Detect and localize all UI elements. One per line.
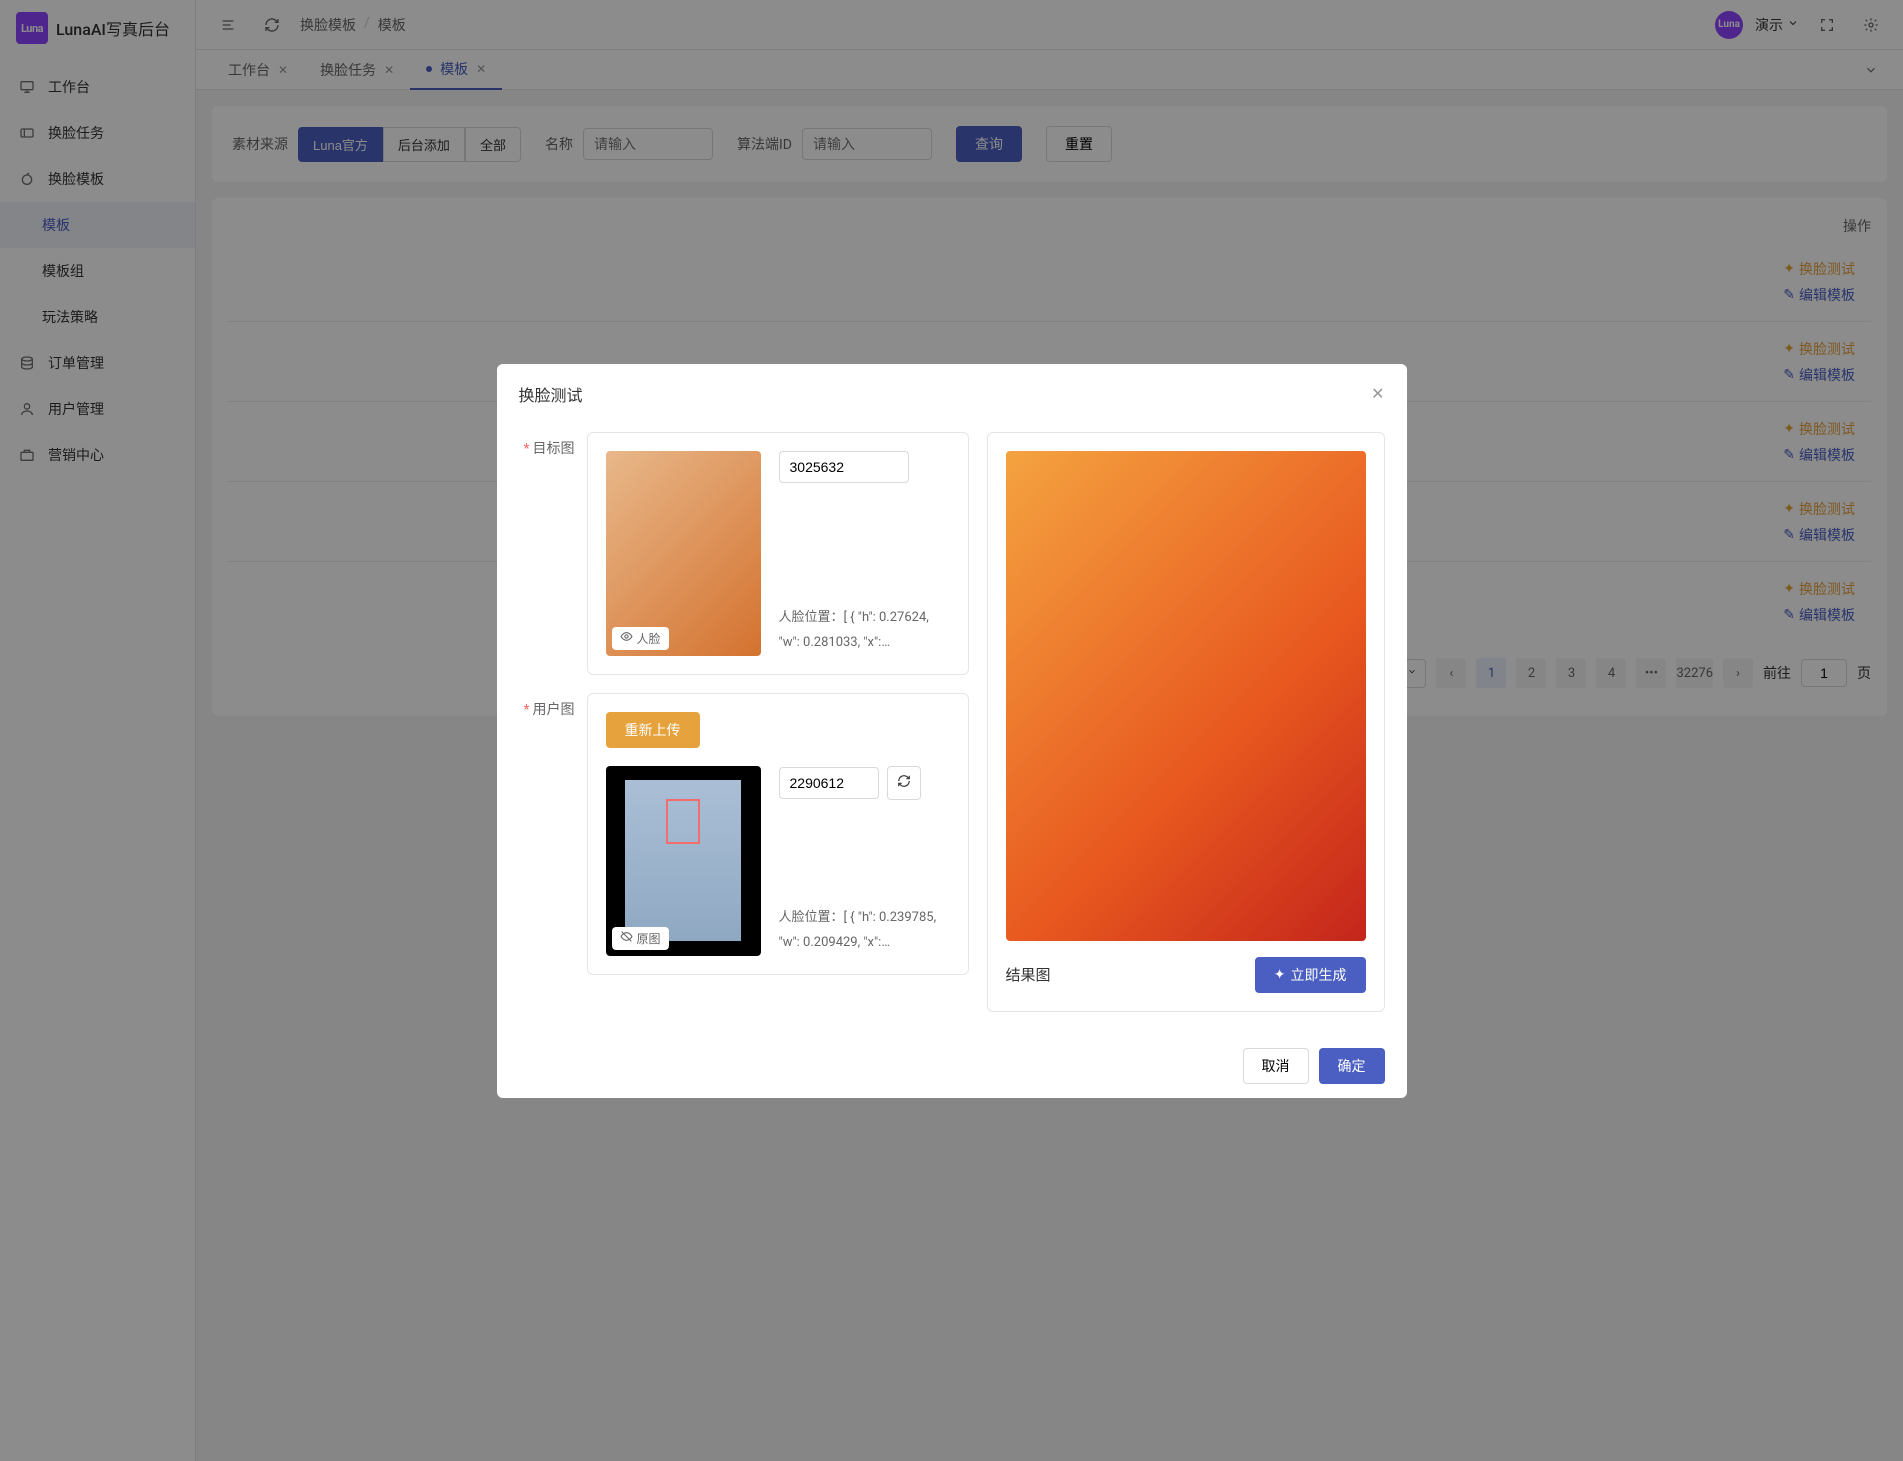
cancel-button[interactable]: 取消 — [1243, 1048, 1309, 1084]
face-detection-box — [666, 799, 701, 844]
user-image-card: 重新上传 原图 — [587, 693, 969, 975]
modal-title: 换脸测试 — [519, 382, 583, 406]
refresh-user-button[interactable] — [887, 766, 921, 800]
eye-icon — [620, 630, 633, 646]
original-tag[interactable]: 原图 — [612, 927, 669, 950]
result-label: 结果图 — [1006, 964, 1051, 985]
user-image-label: *用户图 — [519, 693, 575, 975]
result-image[interactable] — [1006, 451, 1366, 941]
sparkle-icon: ✦ — [1274, 966, 1286, 983]
target-id-input[interactable] — [779, 451, 909, 483]
eye-off-icon — [620, 930, 633, 946]
result-card: 结果图 ✦ 立即生成 — [987, 432, 1385, 1012]
refresh-icon — [897, 774, 911, 792]
target-image[interactable] — [606, 451, 761, 656]
reupload-button[interactable]: 重新上传 — [606, 712, 700, 748]
confirm-button[interactable]: 确定 — [1319, 1048, 1385, 1084]
user-id-input[interactable] — [779, 767, 879, 799]
target-image-label: *目标图 — [519, 432, 575, 675]
face-tag[interactable]: 人脸 — [612, 627, 669, 650]
swap-test-modal: 换脸测试 ✕ *目标图 人脸 — [497, 364, 1407, 1098]
generate-button[interactable]: ✦ 立即生成 — [1255, 957, 1366, 993]
modal-footer: 取消 确定 — [497, 1034, 1407, 1098]
modal-header: 换脸测试 ✕ — [497, 364, 1407, 424]
close-button[interactable]: ✕ — [1371, 384, 1384, 403]
user-face-position: 人脸位置：[ { "h": 0.239785, "w": 0.209429, "… — [779, 906, 950, 955]
target-image-card: 人脸 人脸位置：[ { "h": 0.27624, "w": 0.281033,… — [587, 432, 969, 675]
target-face-position: 人脸位置：[ { "h": 0.27624, "w": 0.281033, "x… — [779, 606, 950, 655]
modal-mask[interactable]: 换脸测试 ✕ *目标图 人脸 — [0, 0, 1903, 1461]
